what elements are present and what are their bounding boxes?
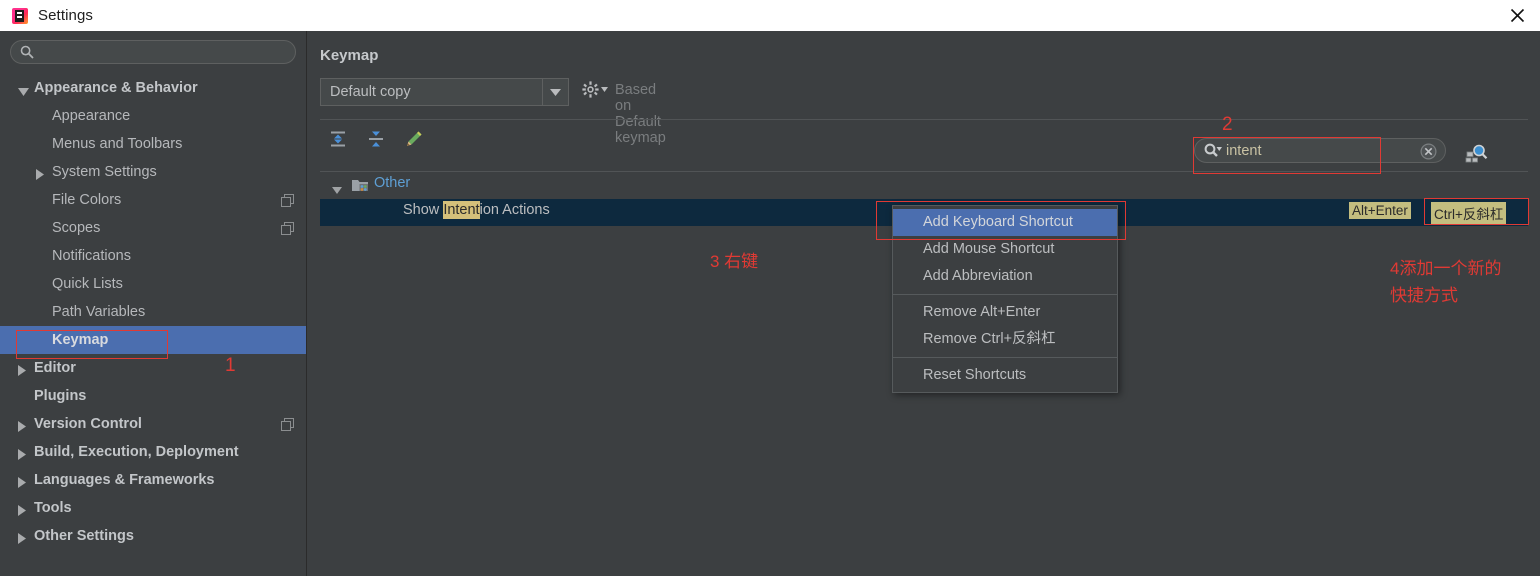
sidebar-item-label: Editor xyxy=(34,360,76,376)
chevron-right-icon[interactable] xyxy=(18,531,30,544)
sidebar-item-label: Languages & Frameworks xyxy=(34,472,215,488)
action-name: Show Intention Actions xyxy=(403,201,550,219)
copy-settings-icon[interactable] xyxy=(281,194,294,212)
close-button[interactable] xyxy=(1494,0,1540,31)
sidebar-item-label: Keymap xyxy=(52,332,109,348)
copy-settings-icon[interactable] xyxy=(281,418,294,436)
copy-settings-icon[interactable] xyxy=(281,222,294,240)
shortcut-badge-ctrl-backslash[interactable]: Ctrl+反斜杠 xyxy=(1431,202,1507,224)
chevron-right-icon[interactable] xyxy=(18,419,30,432)
action-search-input[interactable] xyxy=(1226,140,1415,161)
sidebar-item-appearance-behavior[interactable]: Appearance & Behavior xyxy=(0,74,306,102)
edit-pencil-icon[interactable] xyxy=(402,127,426,151)
sidebar-search-container xyxy=(0,31,306,64)
sidebar-item-other-settings[interactable]: Other Settings xyxy=(0,522,306,550)
search-filter-icon xyxy=(1204,143,1224,163)
sidebar-item-label: File Colors xyxy=(52,192,122,208)
menu-separator xyxy=(893,294,1117,295)
panel-divider xyxy=(320,119,1528,120)
close-icon xyxy=(1510,8,1524,23)
keymap-options-button[interactable] xyxy=(582,81,608,98)
chevron-right-icon[interactable] xyxy=(18,503,30,516)
sidebar-item-label: Plugins xyxy=(34,388,87,404)
clear-circle-icon[interactable] xyxy=(1420,143,1437,165)
sidebar-item-system-settings[interactable]: System Settings xyxy=(0,158,306,186)
action-name-highlight: Intent xyxy=(443,201,480,219)
action-name-suffix: ion Actions xyxy=(479,202,550,218)
sidebar-item-label: Menus and Toolbars xyxy=(52,136,183,152)
sidebar-item-label: Build, Execution, Deployment xyxy=(34,444,239,460)
sidebar-item-label: Scopes xyxy=(52,220,101,236)
tree-group-other[interactable]: Other xyxy=(320,172,1528,199)
chevron-right-icon[interactable] xyxy=(18,447,30,460)
search-icon xyxy=(20,45,34,59)
sidebar-item-label: Tools xyxy=(34,500,72,516)
sidebar-item-label: Appearance xyxy=(52,108,131,124)
sidebar-item-label: System Settings xyxy=(52,164,157,180)
window-titlebar: Settings xyxy=(0,0,1540,31)
sidebar-item-scopes[interactable]: Scopes xyxy=(0,214,306,242)
keymap-toolbar xyxy=(326,127,426,151)
folder-icon xyxy=(352,178,368,197)
sidebar-item-quick-lists[interactable]: Quick Lists xyxy=(0,270,306,298)
sidebar-item-languages-frameworks[interactable]: Languages & Frameworks xyxy=(0,466,306,494)
sidebar-search-box[interactable] xyxy=(10,40,296,64)
menu-item-add-mouse-shortcut[interactable]: Add Mouse Shortcut xyxy=(893,236,1117,263)
sidebar-item-menus-and-toolbars[interactable]: Menus and Toolbars xyxy=(0,130,306,158)
context-menu: Add Keyboard Shortcut Add Mouse Shortcut A… xyxy=(892,205,1118,393)
sidebar-item-label: Quick Lists xyxy=(52,276,123,292)
intellij-idea-icon xyxy=(12,7,28,24)
menu-item-add-abbreviation[interactable]: Add Abbreviation xyxy=(893,263,1117,290)
chevron-down-icon[interactable] xyxy=(332,181,342,199)
sidebar-item-label: Other Settings xyxy=(34,528,134,544)
sidebar-item-label: Path Variables xyxy=(52,304,146,320)
sidebar-item-appearance[interactable]: Appearance xyxy=(0,102,306,130)
chevron-down-icon[interactable] xyxy=(18,83,30,96)
page-title: Keymap xyxy=(320,47,379,64)
collapse-all-icon[interactable] xyxy=(364,127,388,151)
menu-item-remove-alt-enter[interactable]: Remove Alt+Enter xyxy=(893,299,1117,326)
sidebar-item-label: Appearance & Behavior xyxy=(34,80,198,96)
menu-item-add-keyboard-shortcut[interactable]: Add Keyboard Shortcut xyxy=(893,209,1117,236)
menu-separator xyxy=(893,357,1117,358)
sidebar-item-notifications[interactable]: Notifications xyxy=(0,242,306,270)
shortcut-badge-alt-enter[interactable]: Alt+Enter xyxy=(1349,202,1411,219)
sidebar-search-input[interactable] xyxy=(39,41,287,63)
gear-icon xyxy=(582,81,599,98)
chevron-right-icon[interactable] xyxy=(18,363,30,376)
keymap-select-value: Default copy xyxy=(330,84,411,100)
sidebar-item-plugins[interactable]: Plugins xyxy=(0,382,306,410)
sidebar-item-tools[interactable]: Tools xyxy=(0,494,306,522)
tree-group-label: Other xyxy=(374,175,411,191)
window-title: Settings xyxy=(38,7,93,24)
keymap-select[interactable]: Default copy xyxy=(320,78,569,106)
sidebar-item-label: Notifications xyxy=(52,248,131,264)
keymap-based-on-label: Based on Default keymap xyxy=(615,82,666,146)
chevron-right-icon[interactable] xyxy=(18,475,30,488)
sidebar-item-file-colors[interactable]: File Colors xyxy=(0,186,306,214)
action-search-box[interactable] xyxy=(1194,138,1446,163)
sidebar-item-keymap[interactable]: Keymap xyxy=(0,326,306,354)
menu-item-reset-shortcuts[interactable]: Reset Shortcuts xyxy=(893,362,1117,389)
chevron-right-icon[interactable] xyxy=(36,167,48,180)
sidebar-item-path-variables[interactable]: Path Variables xyxy=(0,298,306,326)
find-by-shortcut-icon[interactable] xyxy=(1465,143,1489,170)
expand-all-icon[interactable] xyxy=(326,127,350,151)
sidebar-item-editor[interactable]: Editor xyxy=(0,354,306,382)
sidebar-item-label: Version Control xyxy=(34,416,142,432)
chevron-down-icon[interactable] xyxy=(542,79,568,105)
gear-chevron-icon xyxy=(601,87,608,92)
sidebar-item-build-execution-deployment[interactable]: Build, Execution, Deployment xyxy=(0,438,306,466)
settings-category-tree: Appearance & Behavior Appearance Menus and… xyxy=(0,74,306,550)
settings-sidebar: Appearance & Behavior Appearance Menus and… xyxy=(0,31,307,576)
action-name-prefix: Show xyxy=(403,202,444,218)
sidebar-item-version-control[interactable]: Version Control xyxy=(0,410,306,438)
menu-item-remove-ctrl[interactable]: Remove Ctrl+反斜杠 xyxy=(893,326,1117,353)
